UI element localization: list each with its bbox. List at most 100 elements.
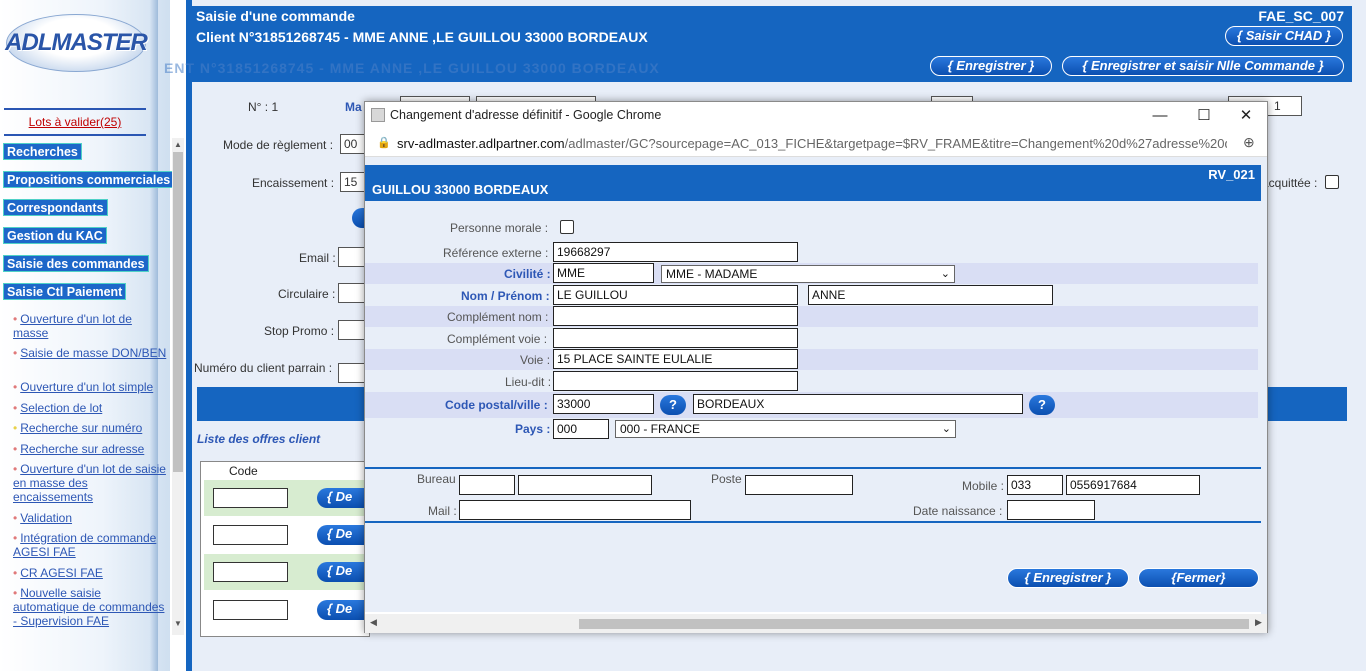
enregistrer-nlle-commande-button[interactable]: { Enregistrer et saisir Nlle Commande } — [1062, 56, 1344, 76]
zoom-icon[interactable]: ⊕ — [1243, 134, 1255, 151]
saisir-chad-button[interactable]: { Saisir CHAD } — [1225, 26, 1343, 46]
code-input[interactable] — [213, 525, 288, 545]
nom-prenom-label: Nom / Prénom : — [461, 289, 550, 303]
sidebar-link[interactable]: • CR AGESI FAE — [13, 566, 168, 580]
code-postal-help-button[interactable]: ? — [660, 395, 686, 415]
nom-field[interactable]: LE GUILLOU — [553, 285, 798, 305]
popup-horizontal-scrollbar[interactable]: ◀ ▶ — [365, 614, 1267, 633]
popup-fermer-button[interactable]: {Fermer} — [1138, 568, 1259, 588]
nav-saisie-commandes[interactable]: Saisie des commandes — [3, 255, 149, 272]
bureau-field[interactable] — [518, 475, 652, 495]
nav-saisie-ctl-paiement[interactable]: Saisie Ctl Paiement — [3, 283, 127, 300]
numero-parrain-label: Numéro du client parrain : — [194, 361, 333, 375]
prenom-field[interactable]: ANNE — [808, 285, 1053, 305]
sidebar-link[interactable]: • Recherche sur numéro — [13, 421, 168, 435]
lieu-dit-label: Lieu-dit : — [505, 375, 552, 389]
popup-scroll-thumb[interactable] — [579, 619, 1249, 629]
stop-promo-label: Stop Promo : — [264, 324, 335, 338]
numero-parrain-field[interactable] — [338, 363, 366, 383]
mobile-label: Mobile : — [962, 479, 1005, 493]
chevron-down-icon: ⌄ — [940, 268, 950, 280]
email-label: Email : — [299, 251, 336, 265]
scroll-up-icon[interactable]: ▲ — [172, 140, 184, 149]
sidebar-link[interactable]: • Nouvelle saisie automatique de commande… — [13, 586, 168, 630]
poste-field[interactable] — [745, 475, 853, 495]
scroll-down-icon[interactable]: ▼ — [172, 619, 184, 628]
circulaire-field[interactable] — [338, 283, 366, 303]
bullet-icon: • — [13, 312, 18, 326]
encaissement-field[interactable]: 15 — [340, 172, 366, 192]
complement-nom-label: Complément nom : — [447, 310, 549, 324]
sidebar-link[interactable]: • Intégration de commande AGESI FAE — [13, 531, 168, 559]
popup-client-name: GUILLOU 33000 BORDEAUX — [372, 182, 549, 197]
civilite-label: Civilité : — [504, 267, 551, 281]
bullet-icon: • — [13, 380, 18, 394]
voie-field[interactable]: 15 PLACE SAINTE EULALIE — [553, 349, 798, 369]
popup-url[interactable]: srv-adlmaster.adlpartner.com/adlmaster/G… — [397, 136, 1227, 151]
section-divider — [365, 467, 1261, 469]
pays-label: Pays : — [515, 422, 551, 436]
pays-code-field[interactable]: 000 — [553, 419, 609, 439]
email-field[interactable] — [338, 247, 366, 267]
ville-field[interactable]: BORDEAUX — [693, 394, 1023, 414]
nav-propositions-commerciales[interactable]: Propositions commerciales — [3, 171, 175, 188]
minimize-icon[interactable]: — — [1139, 102, 1181, 129]
lots-a-valider-link[interactable]: Lots à valider(25) — [4, 110, 146, 134]
section-divider — [365, 521, 1261, 523]
complement-nom-field[interactable] — [553, 306, 798, 326]
adlmaster-logo[interactable]: ADLMASTER — [5, 14, 148, 72]
popup-enregistrer-button[interactable]: { Enregistrer } — [1007, 568, 1129, 588]
sidebar-link[interactable]: • Ouverture d'un lot simple — [13, 380, 168, 394]
pays-select[interactable]: 000 - FRANCE ⌄ — [615, 420, 956, 438]
popup-screen-code: RV_021 — [1208, 167, 1255, 182]
lock-icon: 🔒 — [377, 137, 391, 149]
mobile-field[interactable]: 0556917684 — [1066, 475, 1200, 495]
lieu-dit-field[interactable] — [553, 371, 798, 391]
complement-voie-label: Complément voie : — [447, 332, 548, 346]
ma-label: Ma — [345, 100, 362, 114]
nav-recherches[interactable]: Recherches — [3, 143, 82, 160]
stop-promo-field[interactable] — [338, 320, 366, 340]
bullet-icon: • — [13, 511, 18, 525]
scroll-right-icon[interactable]: ▶ — [1255, 617, 1262, 628]
bullet-icon: • — [13, 531, 18, 545]
code-postal-field[interactable]: 33000 — [553, 394, 654, 414]
acquittee-checkbox[interactable] — [1325, 175, 1339, 189]
popup-addressbar[interactable]: 🔒 srv-adlmaster.adlpartner.com/adlmaster… — [365, 129, 1267, 157]
nav-gestion-kac[interactable]: Gestion du KAC — [3, 227, 107, 244]
mode-reglement-label: Mode de règlement : — [223, 138, 334, 152]
bureau-prefix-field[interactable] — [459, 475, 515, 495]
popup-vertical-scrollbar[interactable] — [1261, 157, 1267, 614]
mode-reglement-field[interactable]: 00 — [340, 134, 366, 154]
popup-window-title: Changement d'adresse définitif - Google … — [390, 108, 662, 122]
sidebar-link[interactable]: • Selection de lot — [13, 401, 168, 415]
sidebar-link[interactable]: • Validation — [13, 511, 168, 525]
popup-titlebar: Changement d'adresse définitif - Google … — [365, 102, 1267, 129]
address-change-popup: Changement d'adresse définitif - Google … — [364, 101, 1268, 633]
scroll-left-icon[interactable]: ◀ — [370, 617, 377, 628]
nav-correspondants[interactable]: Correspondants — [3, 199, 108, 216]
ref-externe-field[interactable]: 19668297 — [553, 242, 798, 262]
date-naissance-field[interactable] — [1007, 500, 1095, 520]
ville-help-button[interactable]: ? — [1029, 395, 1055, 415]
popup-content: RV_021 GUILLOU 33000 BORDEAUX Personne m… — [365, 157, 1267, 612]
civilite-select[interactable]: MME - MADAME ⌄ — [661, 265, 955, 283]
maximize-icon[interactable]: ☐ — [1183, 102, 1225, 129]
code-input[interactable] — [213, 600, 288, 620]
enregistrer-button[interactable]: { Enregistrer } — [930, 56, 1052, 76]
sidebar-link[interactable]: • Saisie de masse DON/BEN — [13, 346, 168, 360]
sidebar-link[interactable]: • Ouverture d'un lot de saisie en masse d… — [13, 462, 168, 504]
offres-title: Liste des offres client — [197, 432, 321, 446]
complement-voie-field[interactable] — [553, 328, 798, 348]
sidebar-link[interactable]: • Ouverture d'un lot de masse — [13, 312, 168, 340]
code-input[interactable] — [213, 488, 288, 508]
civilite-code-field[interactable]: MME — [553, 263, 654, 283]
mail-field[interactable] — [459, 500, 691, 520]
sidebar-link[interactable]: • Recherche sur adresse — [13, 442, 168, 456]
sidebar-scroll-thumb[interactable] — [173, 152, 183, 472]
mobile-prefix-field[interactable]: 033 — [1007, 475, 1063, 495]
code-input[interactable] — [213, 562, 288, 582]
personne-morale-checkbox[interactable] — [560, 220, 574, 234]
close-icon[interactable]: ✕ — [1225, 102, 1267, 129]
window-icon — [371, 108, 385, 122]
